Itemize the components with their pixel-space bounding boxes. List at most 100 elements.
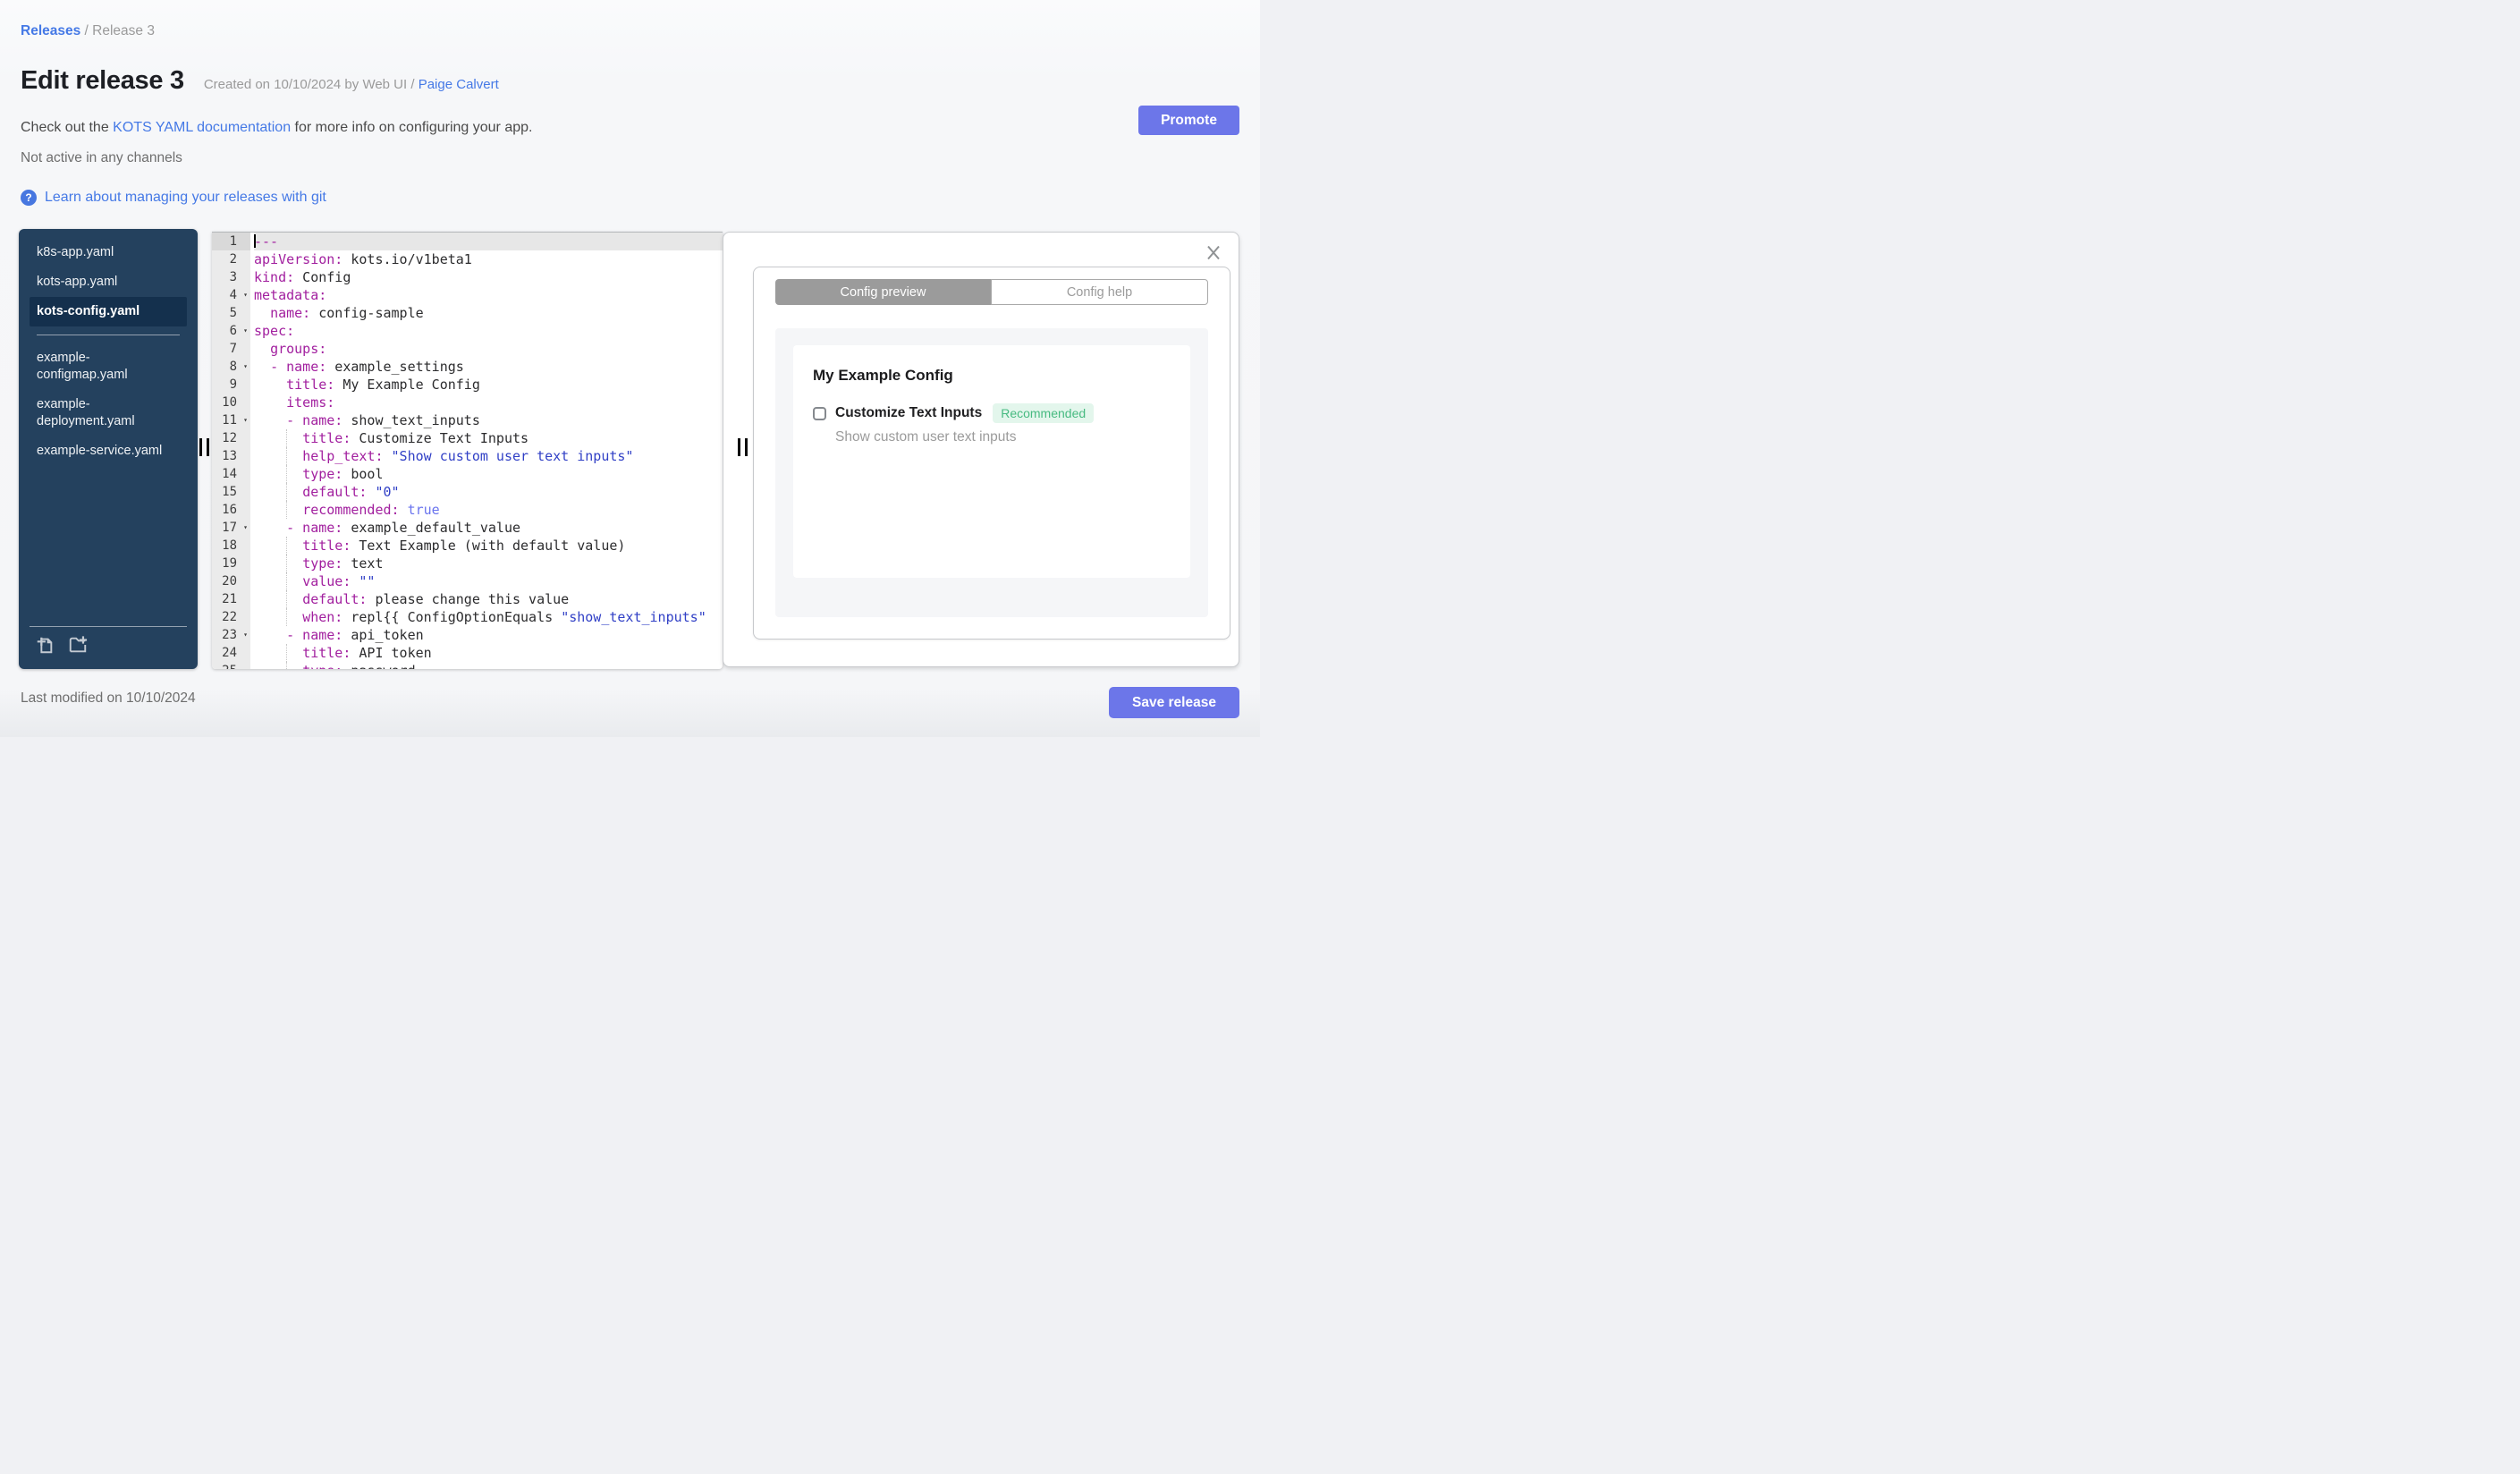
file-list: k8s-app.yaml kots-app.yaml kots-config.yam… <box>19 229 198 466</box>
fold-arrow-icon[interactable]: ▾ <box>243 411 248 429</box>
gutter-line-12: 12 <box>222 431 237 445</box>
author-link[interactable]: Paige Calvert <box>419 77 499 92</box>
tab-config-help[interactable]: Config help <box>991 279 1208 305</box>
gutter-line-1: 1 <box>212 233 250 250</box>
gutter-line-2: 2 <box>229 252 237 267</box>
editor-gutter: 1 2 3 4 ▾ 5 6 ▾ 7 8 ▾ 9 10 11 ▾ 12 13 14 15 16 17 ▾ 18 19 20 21 22… <box>212 233 250 669</box>
gutter-line-23[interactable]: 23 ▾ <box>212 626 250 644</box>
code-line-19[interactable]: type: text <box>254 555 723 572</box>
config-item-checkbox[interactable] <box>813 406 826 420</box>
indent-guide <box>286 555 288 572</box>
gutter-line-8[interactable]: 8 ▾ <box>212 358 250 376</box>
gutter-line-13: 13 <box>222 449 237 463</box>
yaml-editor[interactable]: 1 2 3 4 ▾ 5 6 ▾ 7 8 ▾ 9 10 11 ▾ 12 13 14 15 16 17 ▾ 18 19 20 21 22… <box>212 232 723 669</box>
editor-code-area[interactable]: --- apiVersion: kots.io/v1beta1 kind: Conf… <box>250 233 723 669</box>
code-line-15[interactable]: default: "0" <box>254 483 723 501</box>
sidebar-file-example-service.yaml[interactable]: example-service.yaml <box>30 436 187 466</box>
docs-prefix: Check out the <box>21 120 114 135</box>
code-line-4[interactable]: metadata: <box>254 286 723 304</box>
fold-arrow-icon[interactable]: ▾ <box>243 322 248 340</box>
gutter-line-20: 20 <box>222 574 237 589</box>
config-preview-body: My Example Config Customize Text Inputs … <box>775 328 1208 617</box>
add-file-icon[interactable] <box>35 635 55 659</box>
code-line-7[interactable]: groups: <box>254 340 723 358</box>
file-sidebar: k8s-app.yaml kots-app.yaml kots-config.yam… <box>19 229 198 669</box>
indent-guide <box>286 447 288 465</box>
save-release-button[interactable]: Save release <box>1109 687 1239 718</box>
config-item-help-text: Show custom user text inputs <box>835 429 1017 445</box>
gutter-line-4[interactable]: 4 ▾ <box>212 286 250 304</box>
close-icon[interactable] <box>1205 243 1222 261</box>
last-modified-text: Last modified on 10/10/2024 <box>21 690 196 706</box>
code-line-1[interactable]: --- <box>254 233 723 250</box>
gutter-line-10: 10 <box>222 395 237 410</box>
git-link-row[interactable]: ? Learn about managing your releases wit… <box>21 190 326 206</box>
gutter-line-22: 22 <box>222 610 237 624</box>
gutter-line-15: 15 <box>222 485 237 499</box>
kots-yaml-docs-link[interactable]: KOTS YAML documentation <box>113 120 291 135</box>
code-line-22[interactable]: when: repl{{ ConfigOptionEquals "show_te… <box>254 608 723 626</box>
code-line-5[interactable]: name: config-sample <box>254 304 723 322</box>
add-folder-icon[interactable] <box>68 635 88 659</box>
code-line-20[interactable]: value: "" <box>254 572 723 590</box>
config-tabs: Config preview Config help <box>775 279 1208 305</box>
gutter-line-24: 24 <box>222 646 237 660</box>
code-line-18[interactable]: title: Text Example (with default value) <box>254 537 723 555</box>
config-item-label: Customize Text Inputs <box>835 405 983 420</box>
breadcrumb-separator: / <box>80 23 93 38</box>
indent-guide <box>286 662 288 669</box>
gutter-line-5: 5 <box>229 306 237 320</box>
config-panel: Config preview Config help My Example Con… <box>723 232 1239 667</box>
git-releases-link[interactable]: Learn about managing your releases with … <box>45 190 326 206</box>
indent-guide <box>286 483 288 501</box>
code-line-12[interactable]: title: Customize Text Inputs <box>254 429 723 447</box>
code-line-16[interactable]: recommended: true <box>254 501 723 519</box>
breadcrumb-releases-link[interactable]: Releases <box>21 23 80 38</box>
config-group-card: My Example Config Customize Text Inputs … <box>793 345 1190 578</box>
page-title: Edit release 3 <box>21 66 184 95</box>
resize-handle-right[interactable] <box>738 438 748 456</box>
gutter-line-6[interactable]: 6 ▾ <box>212 322 250 340</box>
promote-button[interactable]: Promote <box>1138 106 1239 135</box>
code-line-3[interactable]: kind: Config <box>254 268 723 286</box>
code-line-14[interactable]: type: bool <box>254 465 723 483</box>
code-line-9[interactable]: title: My Example Config <box>254 376 723 394</box>
breadcrumb-current: Release 3 <box>92 23 155 38</box>
sidebar-icon-bar <box>35 635 88 659</box>
sidebar-file-example-configmap.yaml[interactable]: example-configmap.yaml <box>30 343 187 390</box>
resize-handle-left[interactable] <box>199 438 209 456</box>
sidebar-file-example-deployment.yaml[interactable]: example-deployment.yaml <box>30 390 187 436</box>
config-panel-inner: Config preview Config help My Example Con… <box>753 267 1230 640</box>
indent-guide <box>286 572 288 590</box>
indent-guide <box>286 590 288 608</box>
code-line-23[interactable]: - name: api_token <box>254 626 723 644</box>
code-line-17[interactable]: - name: example_default_value <box>254 519 723 537</box>
gutter-line-21: 21 <box>222 592 237 606</box>
gutter-line-11[interactable]: 11 ▾ <box>212 411 250 429</box>
code-line-11[interactable]: - name: show_text_inputs <box>254 411 723 429</box>
gutter-line-17[interactable]: 17 ▾ <box>212 519 250 537</box>
code-line-13[interactable]: help_text: "Show custom user text inputs… <box>254 447 723 465</box>
sidebar-file-kots-app.yaml[interactable]: kots-app.yaml <box>30 267 187 297</box>
code-line-10[interactable]: items: <box>254 394 723 411</box>
indent-guide <box>286 501 288 519</box>
docs-suffix: for more info on configuring your app. <box>291 120 533 135</box>
fold-arrow-icon[interactable]: ▾ <box>243 286 248 304</box>
fold-arrow-icon[interactable]: ▾ <box>243 519 248 537</box>
tab-config-preview[interactable]: Config preview <box>775 279 991 305</box>
code-line-25[interactable]: type: password <box>254 662 723 669</box>
sidebar-file-k8s-app.yaml[interactable]: k8s-app.yaml <box>30 238 187 267</box>
code-line-24[interactable]: title: API token <box>254 644 723 662</box>
code-line-2[interactable]: apiVersion: kots.io/v1beta1 <box>254 250 723 268</box>
gutter-line-25: 25 <box>212 662 250 669</box>
code-line-6[interactable]: spec: <box>254 322 723 340</box>
breadcrumb: Releases / Release 3 <box>21 23 155 39</box>
sidebar-file-kots-config.yaml[interactable]: kots-config.yaml <box>30 297 187 326</box>
created-on-prefix: Created on 10/10/2024 by Web UI / <box>203 77 419 92</box>
fold-arrow-icon[interactable]: ▾ <box>243 358 248 376</box>
fold-arrow-icon[interactable]: ▾ <box>243 626 248 644</box>
code-line-21[interactable]: default: please change this value <box>254 590 723 608</box>
code-line-8[interactable]: - name: example_settings <box>254 358 723 376</box>
sidebar-bottom-divider <box>30 626 187 627</box>
indent-guide <box>286 644 288 662</box>
